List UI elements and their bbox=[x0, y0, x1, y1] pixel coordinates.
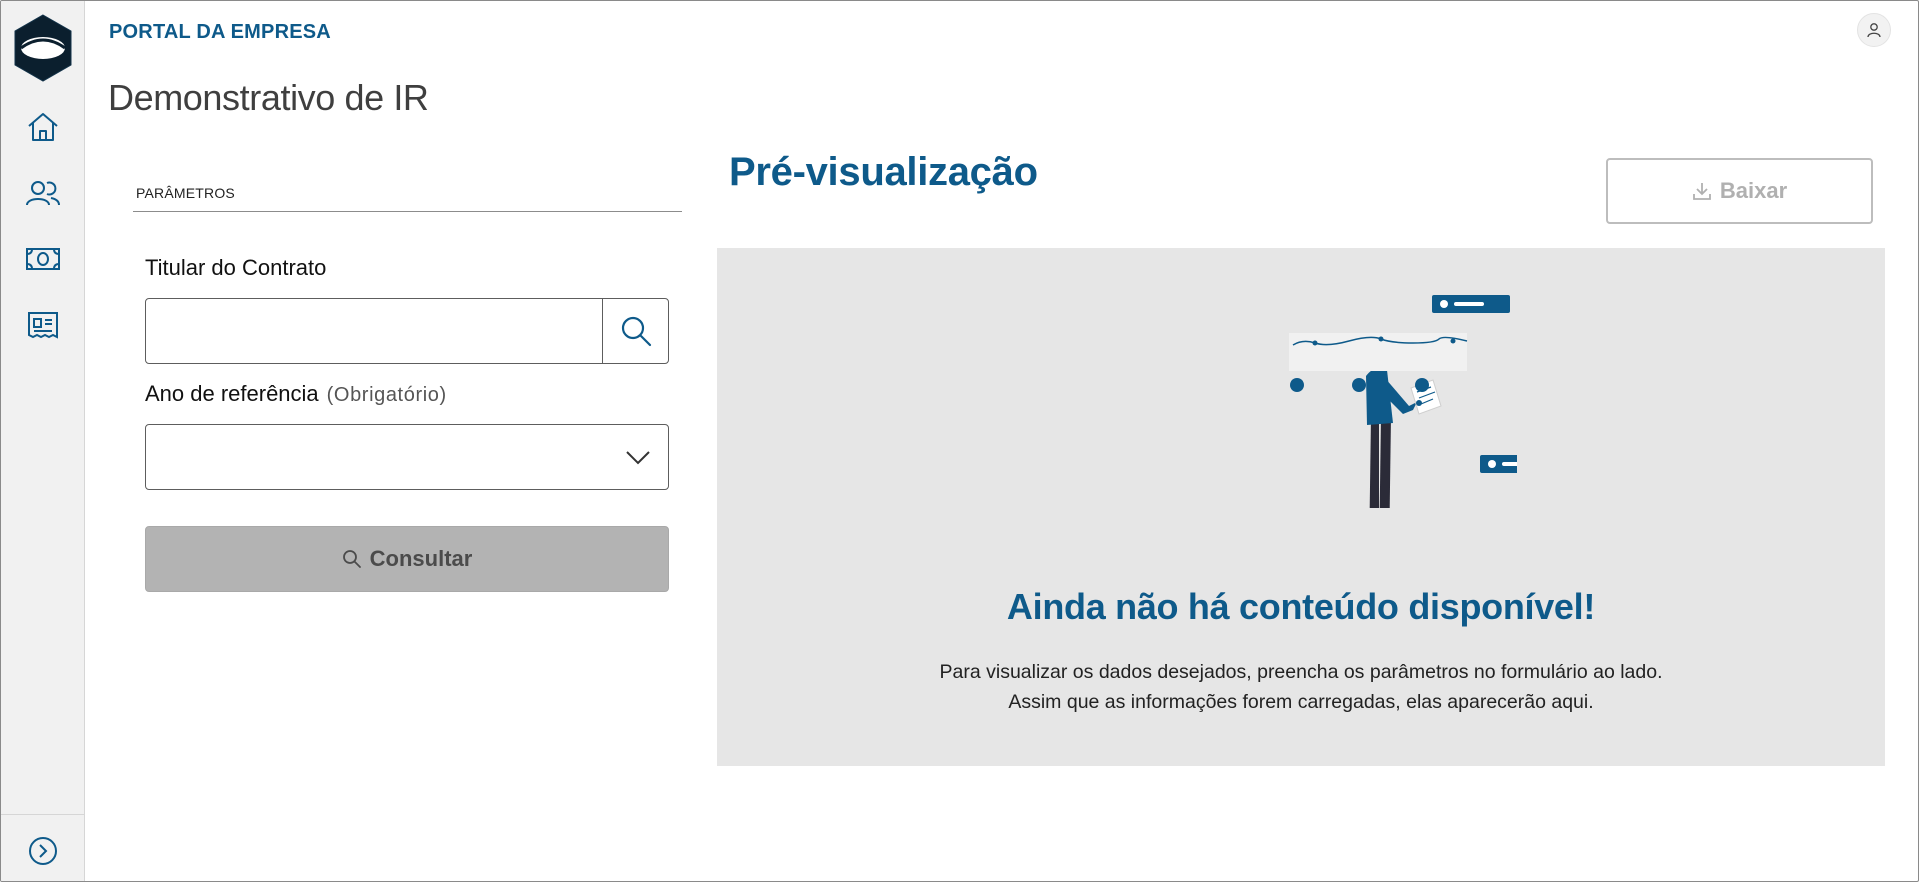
portal-title: PORTAL DA EMPRESA bbox=[109, 21, 331, 43]
expand-sidebar-button[interactable] bbox=[27, 835, 59, 867]
reference-year-label: Ano de referência (Obrigatório) bbox=[145, 381, 447, 407]
chevron-right-circle-icon bbox=[29, 837, 57, 865]
preview-title: Pré-visualização bbox=[729, 150, 1038, 194]
download-button-label: Baixar bbox=[1719, 178, 1788, 203]
parameters-divider bbox=[133, 211, 682, 212]
reference-year-label-text: Ano de referência bbox=[145, 381, 319, 406]
page-title: Demonstrativo de IR bbox=[108, 77, 429, 118]
empty-state-description: Para visualizar os dados desejados, pree… bbox=[939, 661, 1663, 713]
download-icon bbox=[1692, 183, 1711, 200]
sidebar-item-home[interactable] bbox=[21, 105, 65, 149]
chart-card-decoration bbox=[1289, 333, 1468, 392]
contract-holder-field bbox=[145, 298, 669, 364]
sidebar-item-reports[interactable] bbox=[21, 303, 65, 347]
consultar-button[interactable]: Consultar bbox=[145, 526, 669, 592]
home-icon bbox=[28, 113, 58, 141]
reference-year-select[interactable] bbox=[145, 424, 669, 490]
contract-holder-label: Titular do Contrato bbox=[145, 255, 326, 281]
contract-holder-label-text: Titular do Contrato bbox=[145, 255, 327, 280]
chevron-down-icon bbox=[626, 451, 650, 465]
users-icon bbox=[26, 181, 60, 206]
sidebar-footer bbox=[1, 814, 85, 881]
sidebar-item-users[interactable] bbox=[21, 171, 65, 215]
brand-logo[interactable] bbox=[13, 14, 73, 82]
app-window: PORTAL DA EMPRESA Demonstrativo de IR PA… bbox=[0, 0, 1919, 882]
reference-year-required-hint: (Obrigatório) bbox=[326, 384, 447, 406]
download-button[interactable]: Baixar bbox=[1606, 158, 1873, 224]
search-icon bbox=[621, 316, 651, 347]
sidebar-item-financial[interactable] bbox=[21, 237, 65, 281]
preview-panel: Ainda não há conteúdo disponível! Para v… bbox=[717, 248, 1885, 766]
contract-holder-input[interactable] bbox=[146, 299, 602, 363]
receipt-icon bbox=[28, 312, 58, 339]
user-icon bbox=[1867, 23, 1881, 38]
consultar-button-label: Consultar bbox=[369, 546, 473, 571]
empty-state-title: Ainda não há conteúdo disponível! bbox=[1006, 586, 1596, 627]
money-icon bbox=[26, 248, 60, 270]
parameters-section-label: PARÂMETROS bbox=[136, 185, 235, 201]
sidebar bbox=[1, 1, 85, 881]
search-icon bbox=[342, 550, 361, 568]
user-menu-button[interactable] bbox=[1857, 13, 1891, 47]
contract-holder-search-button[interactable] bbox=[602, 299, 668, 363]
